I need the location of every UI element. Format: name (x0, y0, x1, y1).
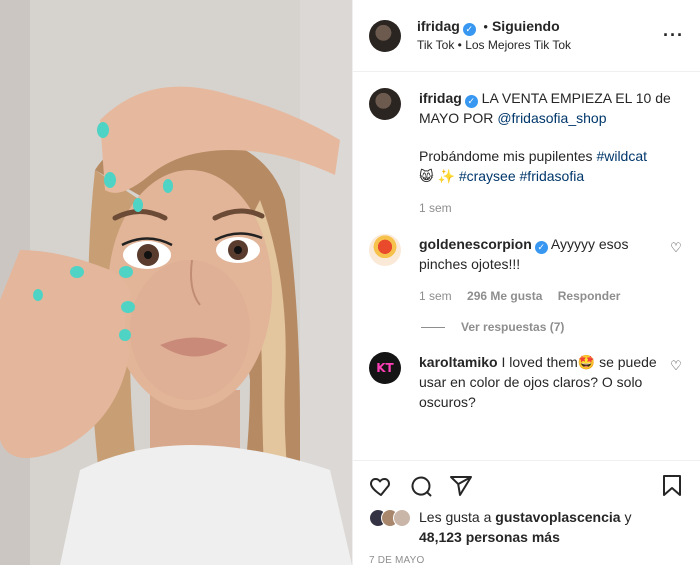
caption-avatar[interactable] (369, 88, 401, 120)
caption-body: ifridag ✓ LA VENTA EMPIEZA EL 10 de MAYO … (419, 88, 684, 218)
liker-username[interactable]: gustavoplascencia (495, 509, 620, 525)
caption-meta: 1 sem (419, 198, 684, 218)
comment-like-heart-icon[interactable]: ♡ (668, 240, 684, 306)
comment-time[interactable]: 1 sem (419, 289, 452, 303)
caption: ifridag ✓ LA VENTA EMPIEZA EL 10 de MAYO … (369, 88, 684, 218)
post-header: ifridag ✓ • Siguiendo Tik Tok • Los Mejore… (353, 0, 700, 72)
comment-item: KT karoltamiko I loved them🤩 se puede us… (369, 352, 684, 412)
hashtag-fridasofia[interactable]: #fridasofia (520, 168, 585, 184)
verified-icon: ✓ (462, 23, 476, 36)
comment-icon[interactable] (409, 474, 433, 501)
post-date[interactable]: 7 DE MAYO (369, 555, 684, 565)
share-icon[interactable] (449, 474, 473, 501)
liker-avatar (393, 509, 411, 527)
view-replies-label: Ver respuestas (7) (461, 320, 565, 334)
caption-mention-link[interactable]: @fridasofia_shop (497, 110, 606, 126)
heart-icon[interactable] (369, 474, 393, 501)
verified-icon: ✓ (534, 241, 548, 254)
reply-button[interactable]: Responder (558, 289, 621, 303)
comment-username[interactable]: goldenescorpion (419, 236, 532, 252)
caption-emoji: 😸 ✨ (419, 168, 455, 184)
view-replies-button[interactable]: Ver respuestas (7) (421, 320, 684, 334)
comment-body: goldenescorpion ✓ Ayyyyy esos pinches ojo… (419, 234, 668, 306)
comment-meta: 1 sem 296 Me gusta Responder (419, 286, 668, 306)
likes-summary: Les gusta a gustavoplascencia y 48,123 p… (369, 507, 684, 547)
bookmark-icon[interactable] (660, 474, 684, 501)
comments-section: ifridag ✓ LA VENTA EMPIEZA EL 10 de MAYO … (353, 72, 700, 467)
commenter-avatar[interactable]: KT (369, 352, 401, 384)
likes-mid: y (620, 509, 632, 525)
caption-time[interactable]: 1 sem (419, 201, 452, 215)
post-details-panel: ifridag ✓ • Siguiendo Tik Tok • Los Mejore… (352, 0, 700, 565)
likes-text: Les gusta a gustavoplascencia y 48,123 p… (419, 507, 631, 547)
caption-username[interactable]: ifridag (419, 90, 462, 106)
replies-divider (421, 326, 445, 328)
post-video[interactable] (0, 0, 352, 565)
audio-label[interactable]: Tik Tok • Los Mejores Tik Tok (417, 36, 663, 54)
action-icons (369, 469, 684, 505)
comment-likes[interactable]: 296 Me gusta (467, 289, 542, 303)
likes-prefix: Les gusta a (419, 509, 496, 525)
comment-item: goldenescorpion ✓ Ayyyyy esos pinches ojo… (369, 234, 684, 306)
comment-like-heart-icon[interactable]: ♡ (668, 358, 684, 412)
post-actions: Les gusta a gustavoplascencia y 48,123 p… (353, 460, 700, 565)
commenter-avatar[interactable] (369, 234, 401, 266)
more-horizontal-icon[interactable]: ··· (663, 25, 684, 46)
caption-line2: Probándome mis pupilentes (419, 148, 597, 164)
hashtag-wildcat[interactable]: #wildcat (596, 148, 647, 164)
header-text: ifridag ✓ • Siguiendo Tik Tok • Los Mejore… (417, 17, 663, 54)
comment-username[interactable]: karoltamiko (419, 354, 498, 370)
video-frame-illustration (0, 0, 352, 565)
author-avatar[interactable] (369, 19, 401, 52)
likes-count[interactable]: 48,123 personas más (419, 529, 560, 545)
comment-body: karoltamiko I loved them🤩 se puede usar … (419, 352, 668, 412)
separator-dot: • (483, 19, 488, 34)
author-username[interactable]: ifridag (417, 18, 460, 34)
verified-icon: ✓ (464, 95, 478, 108)
instagram-post: ifridag ✓ • Siguiendo Tik Tok • Los Mejore… (0, 0, 700, 565)
likers-avatar-stack[interactable] (369, 509, 411, 527)
following-button[interactable]: Siguiendo (492, 18, 560, 34)
hashtag-craysee[interactable]: #craysee (459, 168, 516, 184)
